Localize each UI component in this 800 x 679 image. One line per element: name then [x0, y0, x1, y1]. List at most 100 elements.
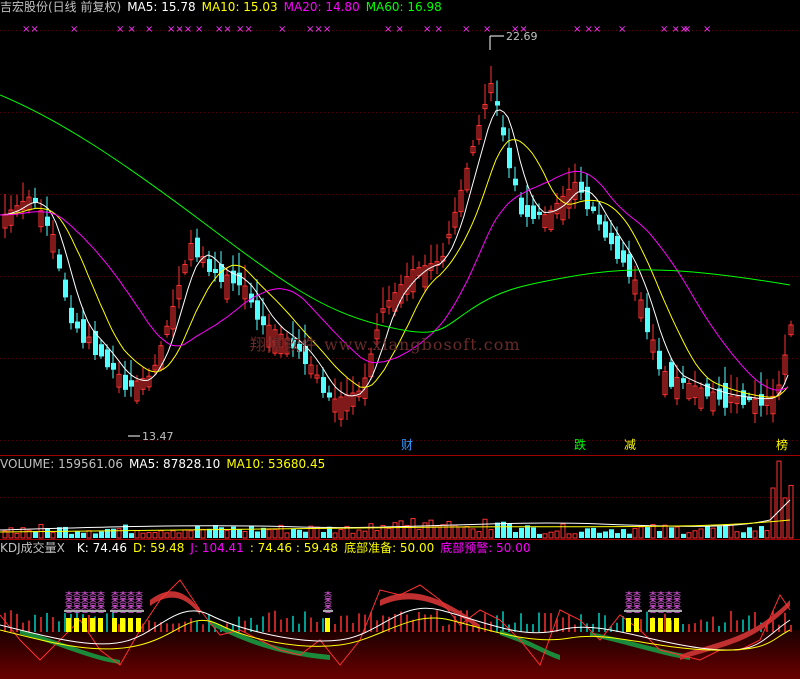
- kdj-d-readout: D: 59.48: [132, 541, 185, 555]
- candle-down: [57, 254, 62, 269]
- volume-bar-up: [170, 530, 176, 539]
- bottom-signal-glyph: 杏: [127, 604, 135, 614]
- candle-down: [657, 350, 662, 370]
- bottom-signal-cap: [648, 610, 682, 612]
- volume-bar-up: [422, 522, 428, 539]
- volume-bar-up: [278, 524, 284, 539]
- volume-bar-up: [116, 528, 122, 539]
- volume-bar-down: [213, 525, 218, 538]
- candle-down: [681, 378, 686, 383]
- bottom-signal-glyph: 杏: [657, 604, 665, 614]
- bottom-signal-pillar: [650, 618, 655, 632]
- volume-bar-up: [374, 530, 380, 539]
- x-marker: × ××: [573, 24, 601, 35]
- volume-bar-down: [45, 528, 50, 538]
- volume-bar-down: [129, 533, 134, 538]
- volume-bar-up: [572, 533, 578, 539]
- tag-reduce[interactable]: 减: [622, 438, 638, 452]
- candle-down: [603, 221, 608, 238]
- volume-bar-up: [350, 532, 356, 539]
- x-marker: ××: [22, 24, 39, 35]
- bottom-signal-pillar: [112, 618, 117, 632]
- volume-bar-up: [458, 526, 464, 539]
- volume-bar-up: [284, 532, 290, 539]
- volume-bar-up: [776, 460, 782, 539]
- candle-down: [45, 216, 50, 226]
- kdj-k-readout: K: 74.46: [76, 541, 127, 555]
- kdj-extra-readout: : 74.46 : 59.48: [249, 541, 339, 555]
- candle-down: [525, 205, 530, 217]
- volume-bar-down: [681, 533, 686, 538]
- volume-bar-up: [488, 529, 494, 539]
- candle-down: [195, 237, 200, 258]
- bottom-signal-glyph: 杏: [633, 604, 641, 614]
- volume-bar-up: [416, 528, 422, 539]
- bottom-signal-pillar: [120, 618, 125, 632]
- x-marker: ×: [483, 24, 491, 35]
- bottom-signal-glyph: 杏: [665, 604, 673, 614]
- volume-bar-down: [747, 527, 752, 538]
- volume-bar-up: [638, 526, 644, 539]
- candle-down: [237, 272, 242, 286]
- volume-bar-up: [632, 527, 638, 539]
- candle-down: [501, 127, 506, 136]
- volume-bar-down: [609, 529, 614, 538]
- x-marker: ××: [306, 24, 323, 35]
- volume-bar-up: [356, 529, 362, 539]
- bottom-signal-pillar: [98, 618, 103, 632]
- tag-list[interactable]: 榜: [774, 438, 790, 452]
- candle-down: [129, 380, 134, 387]
- volume-bar-down: [303, 531, 308, 538]
- volume-bar-up: [338, 528, 344, 539]
- candle-down: [213, 268, 218, 274]
- candle-down: [513, 178, 518, 186]
- volume-bar-up: [788, 484, 794, 539]
- tag-drop[interactable]: 跌: [572, 438, 588, 452]
- volume-bar-up: [224, 529, 230, 539]
- volume-bar-down: [75, 531, 80, 538]
- candle-down: [531, 205, 536, 219]
- volume-bar-up: [566, 533, 572, 539]
- ma20-line: [0, 170, 789, 391]
- x-marker: ×: [323, 24, 331, 35]
- volume-bar-up: [662, 524, 668, 539]
- volume-bar-up: [272, 528, 278, 539]
- volume-bar-down: [93, 533, 98, 538]
- volume-bar-up: [332, 532, 338, 539]
- volume-bar-down: [741, 532, 746, 538]
- low-price-label: 13.47: [142, 430, 174, 443]
- volume-bar-up: [386, 527, 392, 539]
- tag-finance[interactable]: 财: [399, 438, 415, 452]
- x-marker: ×: [145, 24, 153, 35]
- candle-down: [597, 214, 602, 225]
- candle-down: [615, 236, 620, 259]
- ma5-line: [0, 109, 789, 400]
- x-marker: × ×: [116, 24, 136, 35]
- volume-bar-down: [513, 531, 518, 538]
- candle-down: [609, 232, 614, 245]
- candle-down: [645, 307, 650, 333]
- bottom-signal-pillar: [325, 618, 330, 632]
- ma5-readout: MA5: 15.78: [127, 0, 196, 14]
- x-marker: ×: [703, 24, 711, 35]
- bottom-signal-cap: [323, 610, 333, 612]
- volume-ma5-line: [0, 499, 791, 531]
- candle-down: [495, 101, 500, 106]
- bottom-signal-pillar: [136, 618, 141, 632]
- volume-bar-down: [297, 529, 302, 538]
- x-marker: ×: [195, 24, 203, 35]
- bottom-signal-glyph: 杏: [111, 604, 119, 614]
- bottom-signal-pillar: [74, 618, 79, 632]
- x-marker: ××: [511, 24, 528, 35]
- volume-bar-up: [410, 518, 416, 539]
- kdj-j-readout: J: 104.41: [190, 541, 244, 555]
- x-marker: ×: [618, 24, 626, 35]
- x-marker: ××: [236, 24, 253, 35]
- volume-bar-down: [231, 526, 236, 538]
- volume-bar-up: [362, 530, 368, 539]
- volume-bar-down: [645, 527, 650, 538]
- volume-bar-up: [308, 525, 314, 539]
- bottom-signal-glyph: 杏: [97, 604, 105, 614]
- bottom-signal-glyph: 杏: [135, 604, 143, 614]
- volume-bar-up: [482, 518, 488, 539]
